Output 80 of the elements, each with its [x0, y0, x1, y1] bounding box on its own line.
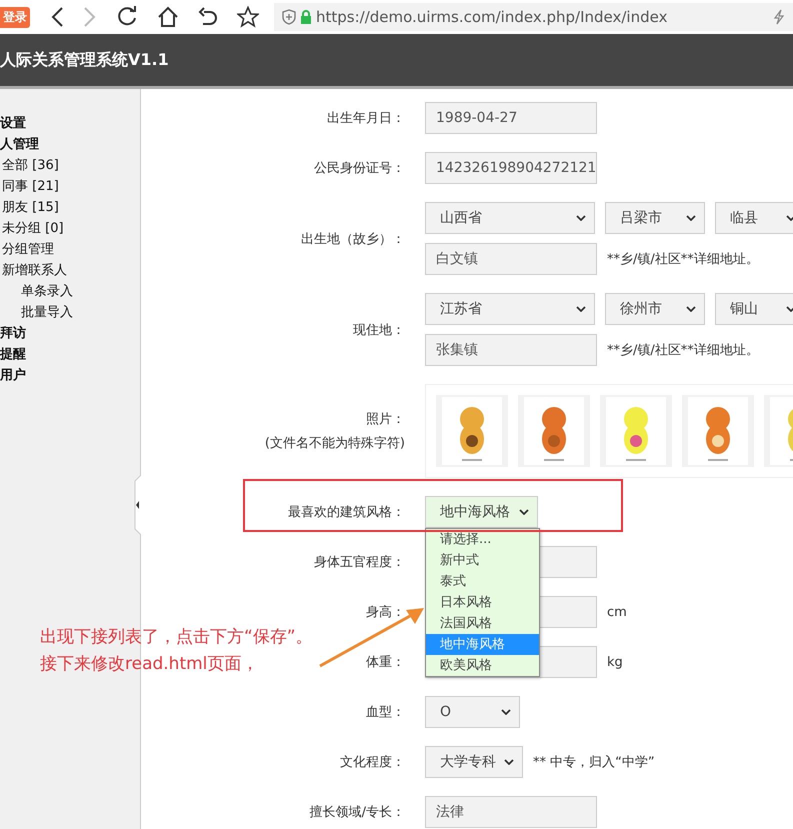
dropdown-option[interactable]: 泰式	[426, 571, 539, 592]
text-field[interactable]: 白文镇	[425, 243, 597, 275]
dropdown[interactable]: 山西省	[425, 202, 595, 234]
url-text: https://demo.uirms.com/index.php/Index/index	[316, 8, 668, 26]
cartoon-animal-drawing[interactable]	[518, 395, 590, 467]
unit-label: cm	[607, 604, 627, 620]
photo-note: (文件名不能为特殊字符)	[264, 435, 405, 452]
dropdown-option[interactable]: 法国风格	[426, 613, 539, 634]
dropdown[interactable]: 徐州市	[605, 293, 705, 325]
chevron-down-icon	[686, 215, 696, 221]
annotation-text: 接下来修改read.html页面，	[40, 653, 260, 676]
sidebar-item[interactable]: 设置	[0, 113, 140, 134]
dropdown-option[interactable]: 欧美风格	[426, 655, 539, 676]
chevron-down-icon	[576, 306, 586, 312]
collapse-handle-icon[interactable]	[133, 475, 141, 535]
dropdown[interactable]: 地中海风格	[425, 496, 538, 528]
sidebar-item[interactable]: 朋友 [15]	[0, 197, 140, 218]
chevron-down-icon	[504, 759, 514, 765]
dropdown[interactable]: 江苏省	[425, 293, 595, 325]
field-label: 出生地（故乡）：	[301, 230, 405, 248]
sidebar-item[interactable]: 单条录入	[0, 281, 140, 302]
field-label: 公民身份证号：	[314, 160, 405, 177]
lock-icon	[300, 10, 312, 24]
cartoon-animal-drawing[interactable]	[436, 395, 508, 467]
reload-icon[interactable]	[116, 6, 138, 28]
sidebar-item[interactable]: 同事 [21]	[0, 176, 140, 197]
field-label: 血型：	[366, 704, 405, 721]
hint-text: **乡/镇/社区**详细地址。	[607, 251, 759, 268]
chevron-down-icon	[519, 509, 529, 515]
dropdown-option[interactable]: 请选择...	[426, 529, 539, 550]
sidebar-item[interactable]: 拜访	[0, 323, 140, 344]
chevron-down-icon	[786, 306, 793, 312]
unit-label: kg	[607, 654, 623, 670]
dropdown[interactable]: 铜山	[715, 293, 793, 325]
dropdown[interactable]: 大学专科	[425, 746, 523, 778]
star-icon[interactable]	[237, 6, 259, 28]
dropdown[interactable]: O	[425, 696, 520, 728]
field-label: 照片：	[366, 411, 405, 428]
sidebar-item[interactable]: 未分组 [0]	[0, 218, 140, 239]
undo-icon[interactable]	[198, 7, 218, 27]
annotation-text: 出现下接列表了，点击下方“保存”。	[40, 626, 313, 649]
hint-text: ** 中专，归入“中学”	[533, 754, 655, 771]
back-icon[interactable]	[50, 6, 64, 28]
text-field[interactable]: 142326198904272121	[425, 152, 597, 184]
field-label: 最喜欢的建筑风格：	[288, 504, 405, 521]
chevron-down-icon	[786, 215, 793, 221]
field-label: 身体五官程度：	[314, 554, 405, 571]
address-bar[interactable]: https://demo.uirms.com/index.php/Index/index	[274, 3, 793, 31]
chevron-down-icon	[686, 306, 696, 312]
field-label: 出生年月日：	[327, 110, 405, 127]
text-field[interactable]: 法律	[425, 796, 597, 828]
sidebar-item[interactable]: 分组管理	[0, 239, 140, 260]
field-value: 142326198904272121	[436, 160, 596, 176]
text-field[interactable]: 1989-04-27	[425, 102, 597, 134]
chevron-down-icon	[501, 709, 511, 715]
shield-icon	[282, 9, 296, 25]
sidebar-item[interactable]: 批量导入	[0, 302, 140, 323]
hint-text: **乡/镇/社区**详细地址。	[607, 342, 759, 359]
sidebar-item[interactable]: 提醒	[0, 344, 140, 365]
text-field[interactable]: 张集镇	[425, 334, 597, 366]
field-value: 1989-04-27	[436, 110, 518, 126]
dropdown[interactable]: 吕梁市	[605, 202, 705, 234]
cartoon-animal-drawing[interactable]	[600, 395, 672, 467]
field-label: 身高：	[366, 604, 405, 621]
field-label: 擅长领域/专长：	[310, 804, 405, 821]
sidebar-item[interactable]: 人管理	[0, 134, 140, 155]
field-label: 现住地：	[353, 322, 405, 338]
dropdown-option[interactable]: 新中式	[426, 550, 539, 571]
field-label: 文化程度：	[340, 754, 405, 771]
app-title: 人际关系管理系统V1.1	[0, 50, 169, 70]
lightning-icon[interactable]	[773, 9, 785, 25]
sidebar-item[interactable]: 用户	[0, 365, 140, 386]
dropdown-option[interactable]: 日本风格	[426, 592, 539, 613]
dropdown[interactable]: 临县	[715, 202, 793, 234]
sidebar-item[interactable]: 全部 [36]	[0, 155, 140, 176]
home-icon[interactable]	[157, 6, 179, 28]
field-value: 法律	[436, 803, 464, 821]
chevron-down-icon	[576, 215, 586, 221]
field-label: 体重：	[366, 654, 405, 671]
sidebar-item[interactable]: 新增联系人	[0, 260, 140, 281]
